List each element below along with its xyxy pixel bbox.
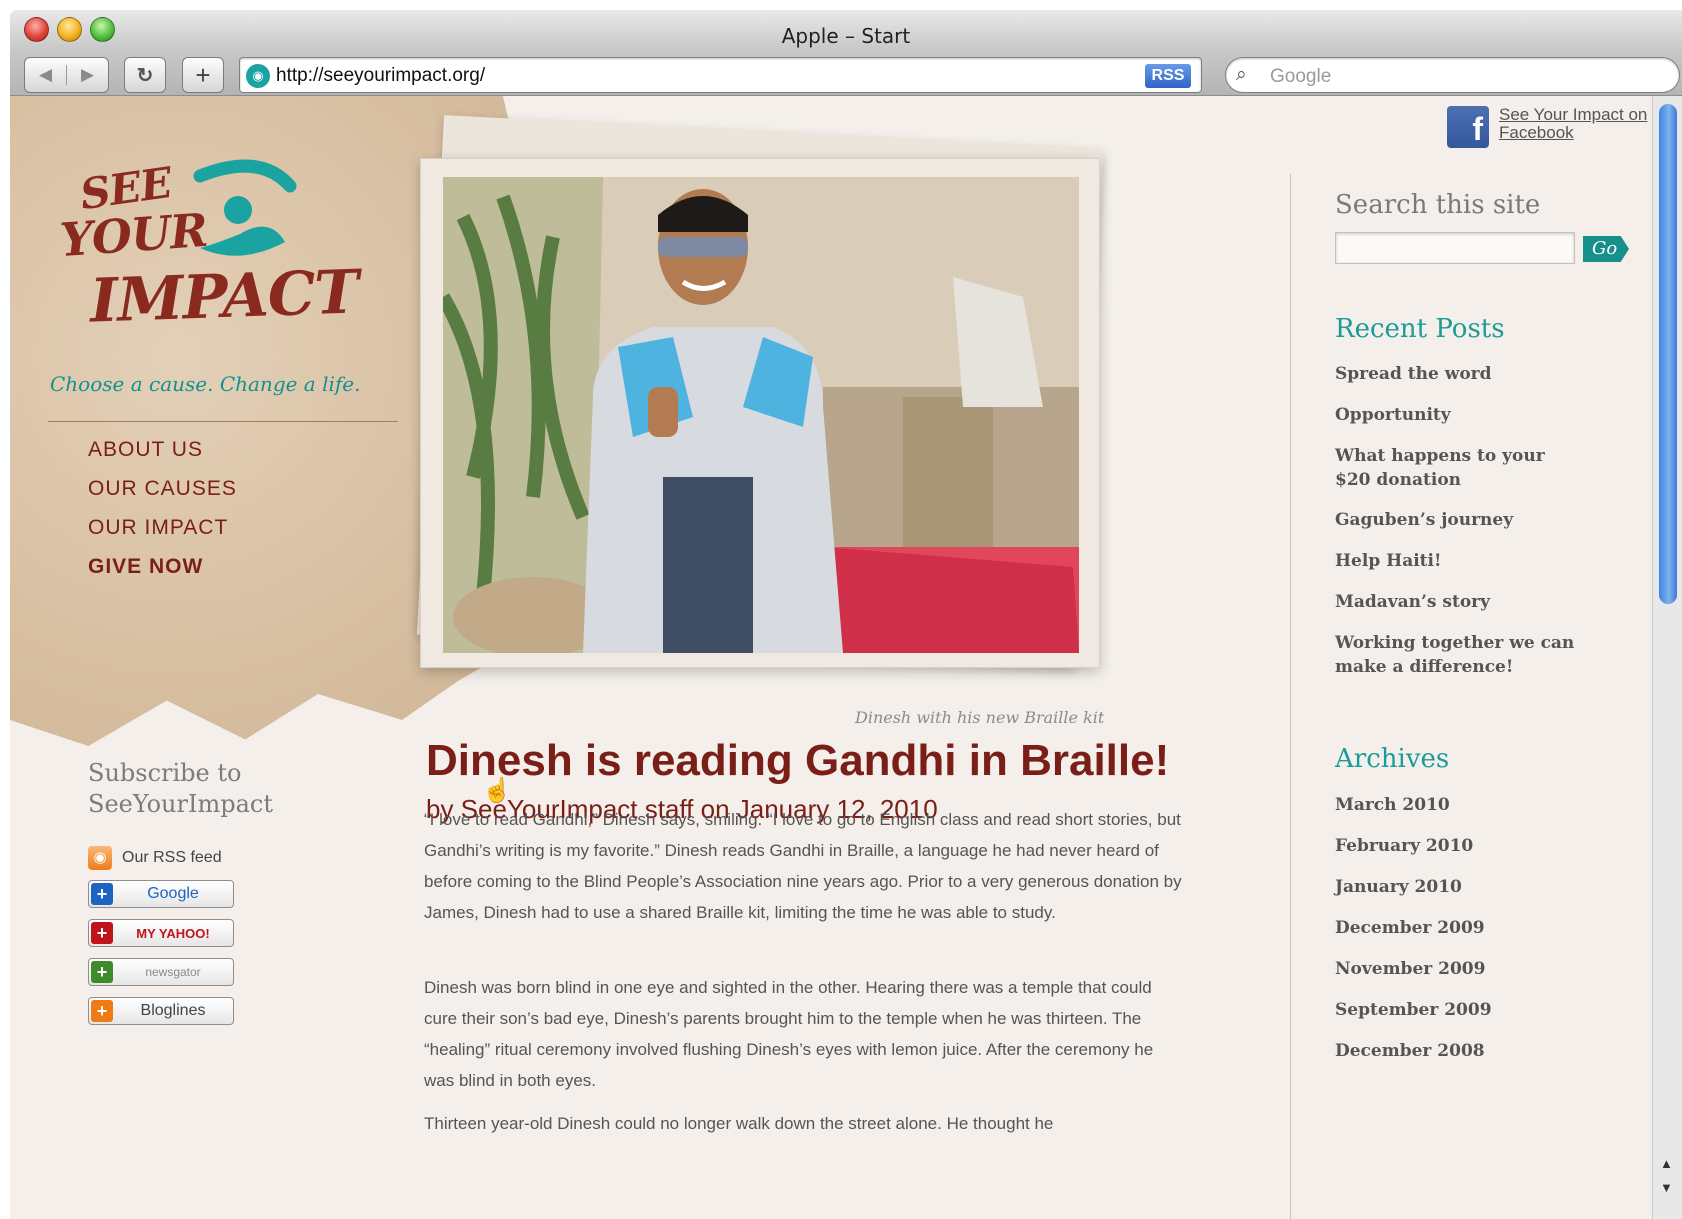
plus-icon: + [91,961,113,983]
recent-post-link[interactable]: Help Haiti! [1335,549,1595,573]
nav-give-now[interactable]: GIVE NOW [88,555,203,579]
recent-post-link[interactable]: Working together we can make a differenc… [1335,631,1585,679]
subscribe-google-label: Google [147,885,199,902]
photo-illustration [443,177,1079,653]
back-forward-buttons: ◀ ▶ [24,57,109,93]
recent-post-link[interactable]: Gaguben’s journey [1335,508,1595,532]
page-viewport: SEE YOUR IMPACT Choose a cause. Change a… [10,96,1662,1219]
nav-our-causes[interactable]: OUR CAUSES [88,477,237,501]
reload-icon: ↻ [136,64,154,87]
back-icon[interactable]: ◀ [25,65,66,85]
archive-link[interactable]: November 2009 [1335,957,1595,981]
facebook-link-label: See Your Impact on Facebook [1499,105,1648,142]
recent-post-link[interactable]: Opportunity [1335,403,1595,427]
nav-our-impact[interactable]: OUR IMPACT [88,516,228,540]
archive-link[interactable]: September 2009 [1335,998,1595,1022]
site-logo[interactable]: SEE YOUR IMPACT [50,156,359,356]
archive-link[interactable]: February 2010 [1335,834,1595,858]
facebook-icon: f [1447,106,1489,148]
nav-about-us[interactable]: ABOUT US [88,438,203,462]
post-title[interactable]: Dinesh is reading Gandhi in Braille! [426,736,1169,786]
search-icon[interactable]: ⌕ [1236,64,1247,86]
recent-post-link[interactable]: Spread the word [1335,362,1595,386]
recent-posts-heading: Recent Posts [1335,314,1505,344]
archive-link[interactable]: March 2010 [1335,793,1595,817]
recent-post-link[interactable]: What happens to your $20 donation [1335,444,1565,492]
scrollbar-thumb[interactable] [1659,104,1677,604]
sidebar-divider [1290,174,1291,1219]
address-bar-url[interactable]: http://seeyourimpact.org/ [276,65,485,87]
window-title: Apple – Start [781,24,911,48]
subscribe-yahoo-label: MY YAHOO! [136,925,210,941]
pointer-cursor-icon: ☝ [482,777,512,804]
subscribe-yahoo-button[interactable]: + MY YAHOO! [88,919,234,947]
post-paragraph: Thirteen year-old Dinesh could no longer… [424,1114,1054,1133]
browser-search-field[interactable]: ⌕ Google [1225,57,1680,93]
subscribe-heading: Subscribe to SeeYourImpact [88,759,273,818]
subscribe-bloglines-button[interactable]: + Bloglines [88,997,234,1025]
plus-icon: + [91,922,113,944]
photo-caption: Dinesh with his new Braille kit [855,708,1105,727]
rss-feed-link[interactable]: ◉ Our RSS feed [88,846,222,870]
subscribe-bloglines-label: Bloglines [140,1002,206,1019]
search-placeholder: Google [1270,66,1332,87]
plus-icon: + [91,883,113,905]
browser-toolbar: Apple – Start ◀ ▶ ↻ + ◉ http://seeyourim… [10,10,1682,96]
facebook-link[interactable]: f See Your Impact on Facebook [1447,106,1659,148]
search-go-button[interactable]: Go [1583,236,1629,262]
archive-link[interactable]: December 2009 [1335,916,1595,940]
add-bookmark-button[interactable]: + [182,57,224,93]
subscribe-newsgator-label: newsgator [145,965,201,979]
subscribe-google-button[interactable]: + Google [88,880,234,908]
archive-link[interactable]: January 2010 [1335,875,1595,899]
add-bookmark-icon: + [195,59,211,90]
featured-photo[interactable] [443,177,1079,653]
plus-icon: + [91,1000,113,1022]
address-bar[interactable]: ◉ http://seeyourimpact.org/ RSS [239,57,1202,93]
archives-heading: Archives [1335,744,1450,774]
site-favicon: ◉ [246,64,270,88]
post-paragraph: Dinesh was born blind in one eye and sig… [424,978,1154,1090]
rss-feed-label: Our RSS feed [122,849,222,866]
scroll-up-icon[interactable]: ▲ [1660,1156,1673,1171]
recent-post-link[interactable]: Madavan’s story [1335,590,1595,614]
scroll-down-icon[interactable]: ▼ [1660,1180,1673,1195]
vertical-scrollbar[interactable]: ▲ ▼ [1652,96,1682,1219]
post-paragraph: “I love to read Gandhi,” Dinesh says, sm… [424,810,1182,922]
archive-link[interactable]: December 2008 [1335,1039,1595,1063]
site-tagline: Choose a cause. Change a life. [50,372,361,396]
forward-icon[interactable]: ▶ [66,65,108,85]
featured-photo-frame [420,158,1100,668]
site-search-input[interactable] [1335,232,1575,264]
rss-badge[interactable]: RSS [1145,64,1191,88]
nav-divider [48,421,398,422]
logo-word-impact: IMPACT [88,257,360,337]
search-site-heading: Search this site [1335,190,1541,220]
feed-icon: ◉ [88,846,112,870]
logo-word-your: YOUR [58,202,209,268]
subscribe-newsgator-button[interactable]: + newsgator [88,958,234,986]
reload-button[interactable]: ↻ [124,57,166,93]
